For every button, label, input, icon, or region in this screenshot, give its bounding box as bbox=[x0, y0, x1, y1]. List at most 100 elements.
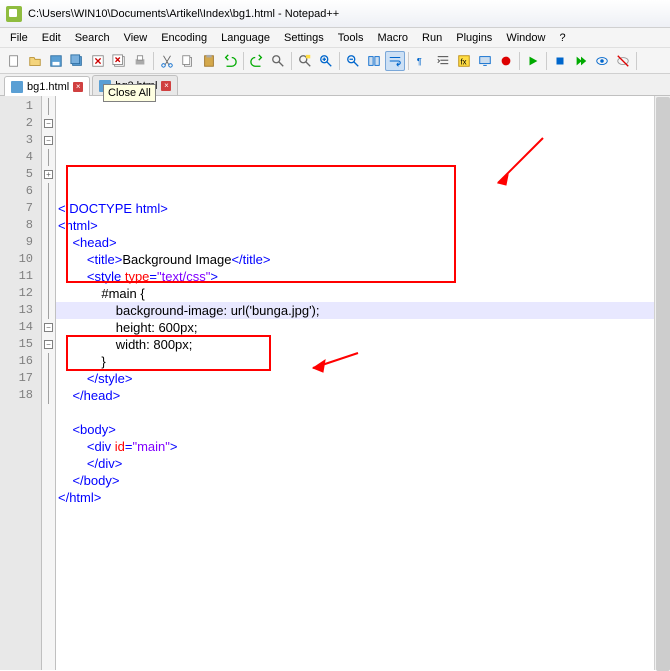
menu-?[interactable]: ? bbox=[553, 30, 571, 46]
fold-gutter[interactable]: −−+−− bbox=[42, 96, 56, 670]
close-icon[interactable]: × bbox=[73, 82, 83, 92]
code-line[interactable]: </html> bbox=[56, 489, 670, 506]
menu-view[interactable]: View bbox=[118, 30, 154, 46]
menu-file[interactable]: File bbox=[4, 30, 34, 46]
line-number: 9 bbox=[0, 234, 41, 251]
code-line[interactable]: <title>Background Image</title> bbox=[56, 251, 670, 268]
menu-language[interactable]: Language bbox=[215, 30, 276, 46]
fold-mark[interactable]: − bbox=[42, 319, 55, 336]
code-line[interactable]: </div> bbox=[56, 455, 670, 472]
copy-icon[interactable] bbox=[178, 51, 198, 71]
redo-icon[interactable] bbox=[247, 51, 267, 71]
paste-icon[interactable] bbox=[199, 51, 219, 71]
wrap-icon[interactable] bbox=[385, 51, 405, 71]
code-line[interactable]: <body> bbox=[56, 421, 670, 438]
fold-mark[interactable]: − bbox=[42, 132, 55, 149]
play-multi-icon[interactable] bbox=[571, 51, 591, 71]
tooltip-close-all: Close All bbox=[103, 84, 156, 102]
fold-mark[interactable] bbox=[42, 387, 55, 404]
menu-run[interactable]: Run bbox=[416, 30, 448, 46]
zoom-in-icon[interactable] bbox=[316, 51, 336, 71]
menu-edit[interactable]: Edit bbox=[36, 30, 67, 46]
fold-mark[interactable] bbox=[42, 251, 55, 268]
new-icon[interactable] bbox=[4, 51, 24, 71]
svg-text:fx: fx bbox=[461, 57, 467, 66]
find-icon[interactable] bbox=[268, 51, 288, 71]
all-chars-icon[interactable]: ¶ bbox=[412, 51, 432, 71]
code-line[interactable]: height: 600px; bbox=[56, 319, 670, 336]
menubar: FileEditSearchViewEncodingLanguageSettin… bbox=[0, 28, 670, 48]
lang-icon[interactable]: fx bbox=[454, 51, 474, 71]
line-number: 15 bbox=[0, 336, 41, 353]
play-icon[interactable] bbox=[523, 51, 543, 71]
fold-mark[interactable]: − bbox=[42, 336, 55, 353]
code-line[interactable]: <div id="main"> bbox=[56, 438, 670, 455]
fold-mark[interactable] bbox=[42, 149, 55, 166]
toolbar: ¶ fx bbox=[0, 48, 670, 74]
tab-label: bg1.html bbox=[27, 81, 69, 93]
menu-macro[interactable]: Macro bbox=[371, 30, 414, 46]
line-number: 6 bbox=[0, 183, 41, 200]
menu-plugins[interactable]: Plugins bbox=[450, 30, 498, 46]
undo-icon[interactable] bbox=[220, 51, 240, 71]
fold-mark[interactable] bbox=[42, 234, 55, 251]
close-icon[interactable]: × bbox=[161, 81, 171, 91]
fold-mark[interactable]: − bbox=[42, 115, 55, 132]
eye-icon[interactable] bbox=[592, 51, 612, 71]
fold-mark[interactable] bbox=[42, 183, 55, 200]
sync-icon[interactable] bbox=[364, 51, 384, 71]
code-line[interactable]: </style> bbox=[56, 370, 670, 387]
fold-mark[interactable]: + bbox=[42, 166, 55, 183]
code-line[interactable]: width: 800px; bbox=[56, 336, 670, 353]
menu-search[interactable]: Search bbox=[69, 30, 116, 46]
menu-settings[interactable]: Settings bbox=[278, 30, 330, 46]
fold-mark[interactable] bbox=[42, 98, 55, 115]
fold-mark[interactable] bbox=[42, 200, 55, 217]
separator bbox=[546, 52, 547, 70]
separator bbox=[291, 52, 292, 70]
close-icon[interactable] bbox=[88, 51, 108, 71]
code-line[interactable]: <style type="text/css"> bbox=[56, 268, 670, 285]
tabbar: bg1.html×bg2.html× bbox=[0, 74, 670, 96]
cut-icon[interactable] bbox=[157, 51, 177, 71]
menu-window[interactable]: Window bbox=[500, 30, 551, 46]
scrollbar-thumb[interactable] bbox=[656, 97, 670, 671]
code-line[interactable]: } bbox=[56, 353, 670, 370]
zoom-out-icon[interactable] bbox=[343, 51, 363, 71]
stop-icon[interactable] bbox=[550, 51, 570, 71]
code-line[interactable]: <!DOCTYPE html> bbox=[56, 200, 670, 217]
code-line[interactable]: <head> bbox=[56, 234, 670, 251]
record-icon[interactable] bbox=[496, 51, 516, 71]
fold-mark[interactable] bbox=[42, 370, 55, 387]
fold-mark[interactable] bbox=[42, 285, 55, 302]
separator bbox=[519, 52, 520, 70]
fold-mark[interactable] bbox=[42, 217, 55, 234]
save-all-icon[interactable] bbox=[67, 51, 87, 71]
print-icon[interactable] bbox=[130, 51, 150, 71]
line-number: 13 bbox=[0, 302, 41, 319]
tab-bg1.html[interactable]: bg1.html × bbox=[4, 76, 90, 96]
fold-mark[interactable] bbox=[42, 268, 55, 285]
line-number: 3 bbox=[0, 132, 41, 149]
fold-mark[interactable] bbox=[42, 302, 55, 319]
menu-tools[interactable]: Tools bbox=[332, 30, 370, 46]
vertical-scrollbar[interactable] bbox=[654, 96, 670, 670]
separator bbox=[243, 52, 244, 70]
code-line[interactable]: background-image: url('bunga.jpg'); bbox=[56, 302, 670, 319]
close-all-icon[interactable] bbox=[109, 51, 129, 71]
code-line[interactable]: <html> bbox=[56, 217, 670, 234]
replace-icon[interactable] bbox=[295, 51, 315, 71]
code-line[interactable]: #main { bbox=[56, 285, 670, 302]
fold-mark[interactable] bbox=[42, 353, 55, 370]
menu-encoding[interactable]: Encoding bbox=[155, 30, 213, 46]
code-line[interactable] bbox=[56, 404, 670, 421]
monitor-icon[interactable] bbox=[475, 51, 495, 71]
editor[interactable]: 123456789101112131415161718 −−+−− <!DOCT… bbox=[0, 96, 670, 670]
indent-icon[interactable] bbox=[433, 51, 453, 71]
open-icon[interactable] bbox=[25, 51, 45, 71]
hide-icon[interactable] bbox=[613, 51, 633, 71]
code-line[interactable]: </body> bbox=[56, 472, 670, 489]
code-line[interactable]: </head> bbox=[56, 387, 670, 404]
code-area[interactable]: <!DOCTYPE html><html> <head> <title>Back… bbox=[56, 96, 670, 670]
save-icon[interactable] bbox=[46, 51, 66, 71]
